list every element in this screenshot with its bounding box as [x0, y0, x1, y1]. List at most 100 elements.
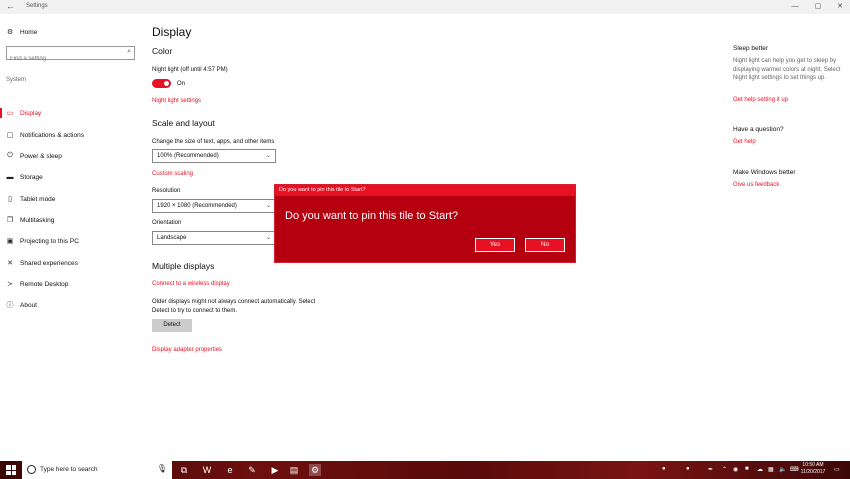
- scale-value: 100% (Recommended): [157, 153, 219, 159]
- wireless-display-link[interactable]: Connect to a wireless display: [152, 281, 230, 287]
- word-app-icon[interactable]: W: [201, 464, 213, 476]
- chevron-down-icon: ⌄: [265, 235, 271, 241]
- toggle-state-label: On: [177, 81, 186, 87]
- maximize-button[interactable]: ▢: [808, 2, 828, 12]
- chevron-down-icon: ⌄: [265, 203, 271, 209]
- record-icon[interactable]: ◉: [733, 466, 738, 473]
- no-button[interactable]: No: [525, 238, 565, 252]
- edge-browser-icon[interactable]: e: [224, 464, 236, 476]
- gear-icon: ⚙: [6, 29, 14, 36]
- volume-icon[interactable]: 🔈: [779, 466, 786, 473]
- active-indicator: [0, 108, 2, 118]
- find-setting-search[interactable]: ⌕: [6, 46, 135, 65]
- detect-button[interactable]: Detect: [152, 319, 192, 332]
- sidebar: ⚙ Home ⌕ System ▭ Display ▢ Notification…: [0, 14, 145, 461]
- search-icon: ⌕: [127, 48, 131, 55]
- cloud-icon[interactable]: ☁: [757, 466, 763, 473]
- resolution-label: Resolution: [152, 188, 181, 194]
- feedback-link[interactable]: Give us feedback: [733, 182, 779, 188]
- sidebar-item-label: Notifications & actions: [20, 131, 84, 139]
- user-avatar-icon[interactable]: ●: [686, 466, 690, 472]
- minimize-button[interactable]: —: [785, 2, 805, 12]
- sidebar-item-shared[interactable]: ✕ Shared experiences: [5, 255, 78, 271]
- sidebar-item-home[interactable]: ⚙ Home: [5, 24, 37, 40]
- storage-icon: ▬: [6, 173, 14, 181]
- sidebar-item-about[interactable]: ⓘ About: [5, 297, 38, 313]
- security-icon[interactable]: ■: [745, 466, 749, 472]
- people-icon[interactable]: ●: [662, 466, 666, 472]
- section-label-system: System: [6, 77, 27, 83]
- action-center-icon[interactable]: ▭: [834, 466, 840, 473]
- sidebar-item-label: Remote Desktop: [20, 280, 69, 288]
- adapter-properties-link[interactable]: Display adapter properties: [152, 347, 222, 353]
- back-arrow-icon[interactable]: ←: [6, 1, 15, 11]
- taskbar: Type here to search 🎙 ⧉ W e ✎ ▶ ▤ ⚙ ● ● …: [0, 461, 850, 479]
- night-light-toggle[interactable]: [152, 79, 171, 88]
- pen-icon[interactable]: ✒: [708, 466, 713, 473]
- clock-date: 11/20/2017: [800, 469, 826, 475]
- sidebar-item-remote[interactable]: ≻ Remote Desktop: [5, 276, 68, 292]
- pin-tile-dialog: Do you want to pin this tile to Start? D…: [274, 184, 576, 263]
- title-bar: ← Settings — ▢ ✕: [0, 0, 850, 14]
- sidebar-item-label: Multitasking: [20, 216, 55, 224]
- sidebar-item-power[interactable]: ⏻ Power & sleep: [5, 148, 62, 164]
- sidebar-item-storage[interactable]: ▬ Storage: [5, 169, 43, 185]
- sidebar-item-tablet[interactable]: ▯ Tablet mode: [5, 191, 55, 207]
- dialog-title: Do you want to pin this tile to Start?: [279, 187, 366, 193]
- help-setting-link[interactable]: Get help setting it up: [733, 97, 788, 103]
- projecting-icon: ▣: [6, 238, 14, 245]
- orientation-dropdown[interactable]: Landscape ⌄: [152, 231, 276, 245]
- custom-scaling-link[interactable]: Custom scaling: [152, 171, 193, 177]
- orientation-label: Orientation: [152, 220, 182, 226]
- older-displays-text-2: Detect to try to connect to them.: [152, 308, 238, 314]
- sidebar-item-label: About: [20, 301, 37, 309]
- sidebar-item-label: Tablet mode: [20, 195, 56, 203]
- sidebar-item-label: Projecting to this PC: [20, 237, 79, 245]
- sidebar-item-notifications[interactable]: ▢ Notifications & actions: [5, 127, 84, 143]
- close-button[interactable]: ✕: [830, 2, 850, 12]
- chevron-up-icon[interactable]: ⌃: [722, 466, 727, 473]
- about-icon: ⓘ: [6, 302, 14, 309]
- night-light-settings-link[interactable]: Night light settings: [152, 98, 201, 104]
- sidebar-item-label: Power & sleep: [20, 152, 62, 160]
- windows-better-heading: Make Windows better: [733, 169, 796, 176]
- taskbar-search-placeholder: Type here to search: [40, 466, 98, 473]
- scale-heading: Scale and layout: [152, 118, 215, 128]
- search-input[interactable]: [7, 53, 117, 65]
- resolution-dropdown[interactable]: 1920 × 1080 (Recommended) ⌄: [152, 199, 276, 213]
- night-light-label: Night light (off until 4:57 PM): [152, 67, 228, 73]
- older-displays-text: Older displays might not always connect …: [152, 299, 316, 305]
- task-view-icon[interactable]: ⧉: [178, 464, 190, 476]
- chevron-down-icon: ⌄: [265, 153, 271, 159]
- power-icon: ⏻: [7, 152, 13, 159]
- tablet-icon: ▯: [8, 196, 12, 203]
- page-title: Display: [152, 25, 192, 39]
- sidebar-item-label: Display: [20, 109, 42, 117]
- settings-app-icon[interactable]: ⚙: [309, 464, 321, 476]
- sidebar-item-label: Home: [20, 28, 38, 36]
- microphone-icon[interactable]: 🎙: [157, 464, 167, 473]
- sidebar-item-projecting[interactable]: ▣ Projecting to this PC: [5, 233, 79, 249]
- taskbar-search[interactable]: Type here to search 🎙: [22, 461, 172, 479]
- shared-icon: ✕: [7, 260, 13, 267]
- windows-start-icon[interactable]: [6, 465, 16, 475]
- store-app-icon[interactable]: ▤: [288, 464, 300, 476]
- sidebar-item-label: Shared experiences: [20, 259, 78, 267]
- yes-button[interactable]: Yes: [475, 238, 515, 252]
- sidebar-item-multitasking[interactable]: ❐ Multitasking: [5, 212, 54, 228]
- resolution-value: 1920 × 1080 (Recommended): [157, 203, 237, 209]
- clock-time: 10:50 AM: [802, 462, 824, 468]
- scale-dropdown[interactable]: 100% (Recommended) ⌄: [152, 149, 276, 163]
- taskbar-clock[interactable]: 10:50 AM 11/20/2017: [798, 462, 828, 476]
- media-app-icon[interactable]: ▶: [269, 464, 281, 476]
- get-help-link[interactable]: Get help: [733, 139, 756, 145]
- remote-desktop-icon: ≻: [7, 281, 13, 288]
- sleep-better-heading: Sleep better: [733, 45, 769, 52]
- sidebar-item-display[interactable]: ▭ Display: [5, 105, 42, 121]
- color-heading: Color: [152, 46, 173, 56]
- dialog-message: Do you want to pin this tile to Start?: [285, 210, 459, 222]
- window-title: Settings: [26, 3, 48, 9]
- paint-app-icon[interactable]: ✎: [246, 464, 258, 476]
- network-icon[interactable]: ▦: [768, 466, 774, 473]
- toggle-knob: [164, 81, 169, 86]
